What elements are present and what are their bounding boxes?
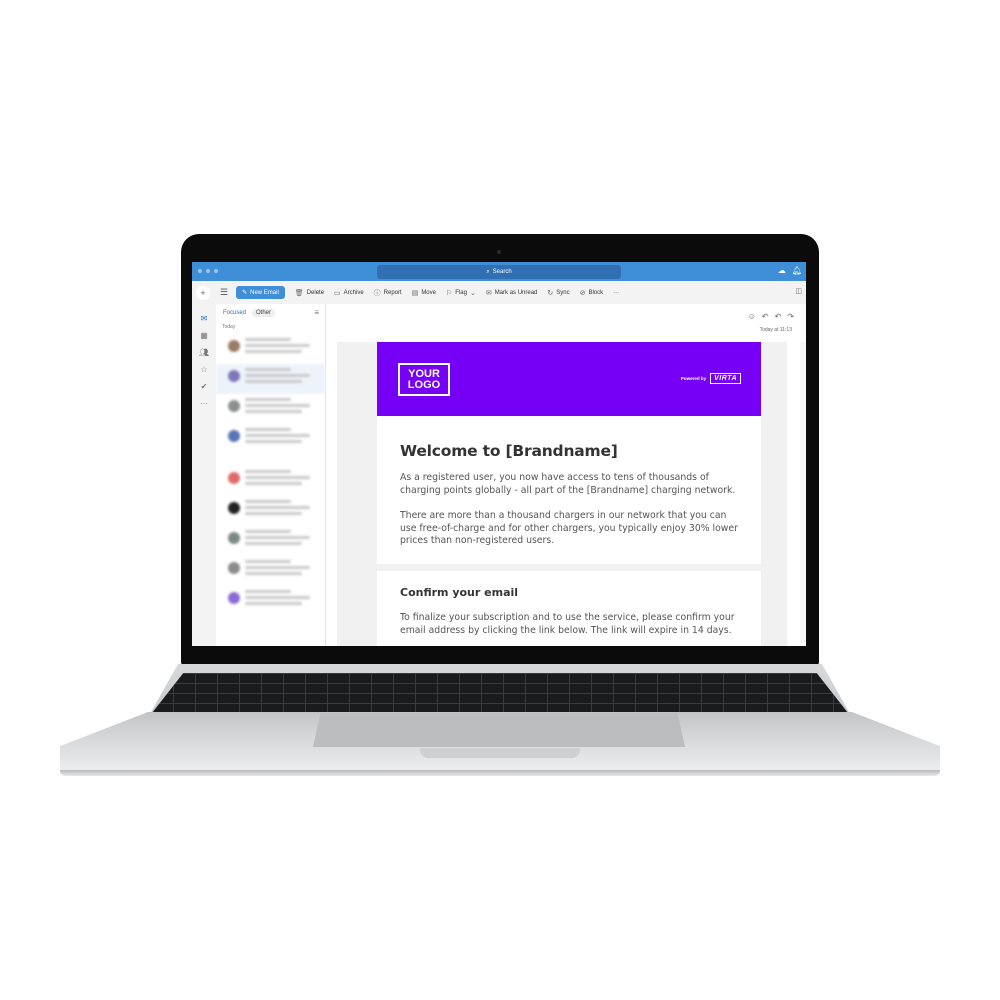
lid-notch (420, 748, 580, 758)
virta-logo: VIRTA (710, 373, 741, 384)
calendar-icon[interactable]: ▦ (200, 331, 208, 340)
message-list-item[interactable] (216, 526, 325, 556)
confirm-card: Confirm your email To finalize your subs… (377, 571, 761, 646)
message-list: Focused Other ≡ Today (216, 304, 326, 646)
report-icon: ⓘ (373, 289, 381, 297)
hamburger-menu-icon[interactable]: ☰ (220, 287, 228, 298)
title-bar: ⌕ Search ☁ 🔔︎ (192, 262, 806, 281)
envelope-icon: ✉ (485, 289, 492, 297)
message-list-item[interactable] (216, 496, 325, 526)
todo-icon[interactable]: ✔ (201, 382, 208, 391)
flag-button[interactable]: ⚐ Flag ⌄ (446, 289, 476, 297)
laptop-front-edge (60, 770, 940, 776)
outlook-window: ⌕ Search ☁ 🔔︎ + ☰ ✎ New Email 🗑︎ Delete ▭… (192, 262, 806, 646)
avatar (228, 532, 240, 544)
confirm-text: To finalize your subscription and to use… (400, 612, 735, 636)
laptop-mockup: ⌕ Search ☁ 🔔︎ + ☰ ✎ New Email 🗑︎ Delete ▭… (0, 0, 1000, 1000)
scrollbar[interactable] (800, 342, 806, 642)
tab-other[interactable]: Other (252, 309, 276, 317)
avatar (228, 370, 240, 382)
sync-icon: ↻ (547, 289, 554, 297)
mark-unread-button[interactable]: ✉ Mark as Unread (486, 289, 538, 297)
message-list-item[interactable] (216, 586, 325, 616)
email-body: YOUR LOGO Powered by VIRTA Welcome to [B… (337, 342, 787, 646)
powered-by: Powered by VIRTA (681, 373, 741, 384)
message-list-item[interactable] (216, 424, 325, 454)
copilot-icon[interactable]: ☁ (778, 266, 786, 275)
reply-all-icon[interactable]: ↶ (775, 312, 782, 321)
more-icon[interactable]: ··· (200, 399, 208, 408)
mail-icon[interactable]: ✉ (201, 314, 208, 323)
plus-icon[interactable]: + (196, 285, 210, 300)
tab-focused[interactable]: Focused (223, 310, 246, 316)
group-label-today: Today (222, 324, 236, 330)
group-label (216, 454, 325, 466)
message-list-item[interactable] (216, 334, 325, 364)
app-rail: ✉ ▦ 👥︎ ☆ ✔ ··· (192, 304, 216, 646)
email-paragraph-2: There are more than a thousand chargers … (400, 510, 738, 546)
chevron-down-icon[interactable]: ⌄ (470, 289, 476, 297)
emoji-react-icon[interactable]: ☺ (748, 312, 756, 321)
move-button[interactable]: ▤ Move (412, 289, 436, 297)
reading-pane-toggle-icon[interactable]: ◫ (795, 287, 802, 295)
search-label: Search (492, 269, 512, 275)
search-icon: ⌕ (486, 268, 490, 275)
trash-icon: 🗑︎ (294, 289, 304, 297)
bell-icon[interactable]: 🔔︎ (792, 266, 802, 275)
avatar (228, 472, 240, 484)
logo-placeholder: YOUR LOGO (398, 363, 450, 396)
message-list-item[interactable] (216, 466, 325, 496)
reply-icon[interactable]: ↶ (762, 312, 769, 321)
delete-button[interactable]: 🗑︎ Delete (295, 289, 324, 297)
email-paragraph-1: As a registered user, you now have acces… (400, 472, 736, 496)
filter-icon[interactable]: ≡ (314, 308, 319, 317)
window-controls[interactable] (198, 269, 218, 273)
keyboard (152, 673, 848, 713)
sync-button[interactable]: ↻ Sync (547, 289, 569, 297)
avatar (228, 340, 240, 352)
email-timestamp: Today at 11:13 (759, 327, 792, 333)
archive-icon: ▭ (334, 289, 341, 297)
avatar (228, 562, 240, 574)
email-banner: YOUR LOGO Powered by VIRTA (377, 342, 761, 416)
reading-pane: ☺ ↶ ↶ ↷ Today at 11:13 YOUR LOGO Powered… (327, 304, 806, 646)
new-email-button[interactable]: ✎ New Email (236, 286, 285, 299)
welcome-card: Welcome to [Brandname] As a registered u… (377, 416, 761, 564)
forward-icon[interactable]: ↷ (787, 312, 794, 321)
email-heading: Welcome to [Brandname] (400, 442, 618, 460)
avatar (228, 592, 240, 604)
message-list-item[interactable] (216, 364, 325, 394)
confirm-heading: Confirm your email (400, 586, 519, 599)
message-list-item[interactable] (216, 394, 325, 424)
report-button[interactable]: ⓘ Report (374, 288, 402, 298)
flag-icon: ⚐ (445, 289, 453, 297)
people-icon[interactable]: 👥︎ (199, 348, 209, 357)
avatar (228, 502, 240, 514)
archive-button[interactable]: ▭ Archive (334, 289, 364, 297)
avatar (228, 400, 240, 412)
avatar (228, 430, 240, 442)
trackpad (313, 713, 685, 747)
message-list-item[interactable] (216, 556, 325, 586)
star-icon[interactable]: ☆ (200, 365, 207, 374)
folder-move-icon: ▤ (411, 289, 419, 297)
more-actions-button[interactable]: ··· (613, 290, 619, 296)
ribbon-toolbar: + ☰ ✎ New Email 🗑︎ Delete ▭ Archive ⓘ Repor… (192, 281, 806, 304)
camera (497, 250, 501, 254)
search-box[interactable]: ⌕ Search (377, 265, 621, 279)
block-button[interactable]: ⊘ Block (580, 289, 604, 297)
compose-icon: ✎ (242, 290, 248, 296)
block-user-icon: ⊘ (579, 289, 586, 297)
